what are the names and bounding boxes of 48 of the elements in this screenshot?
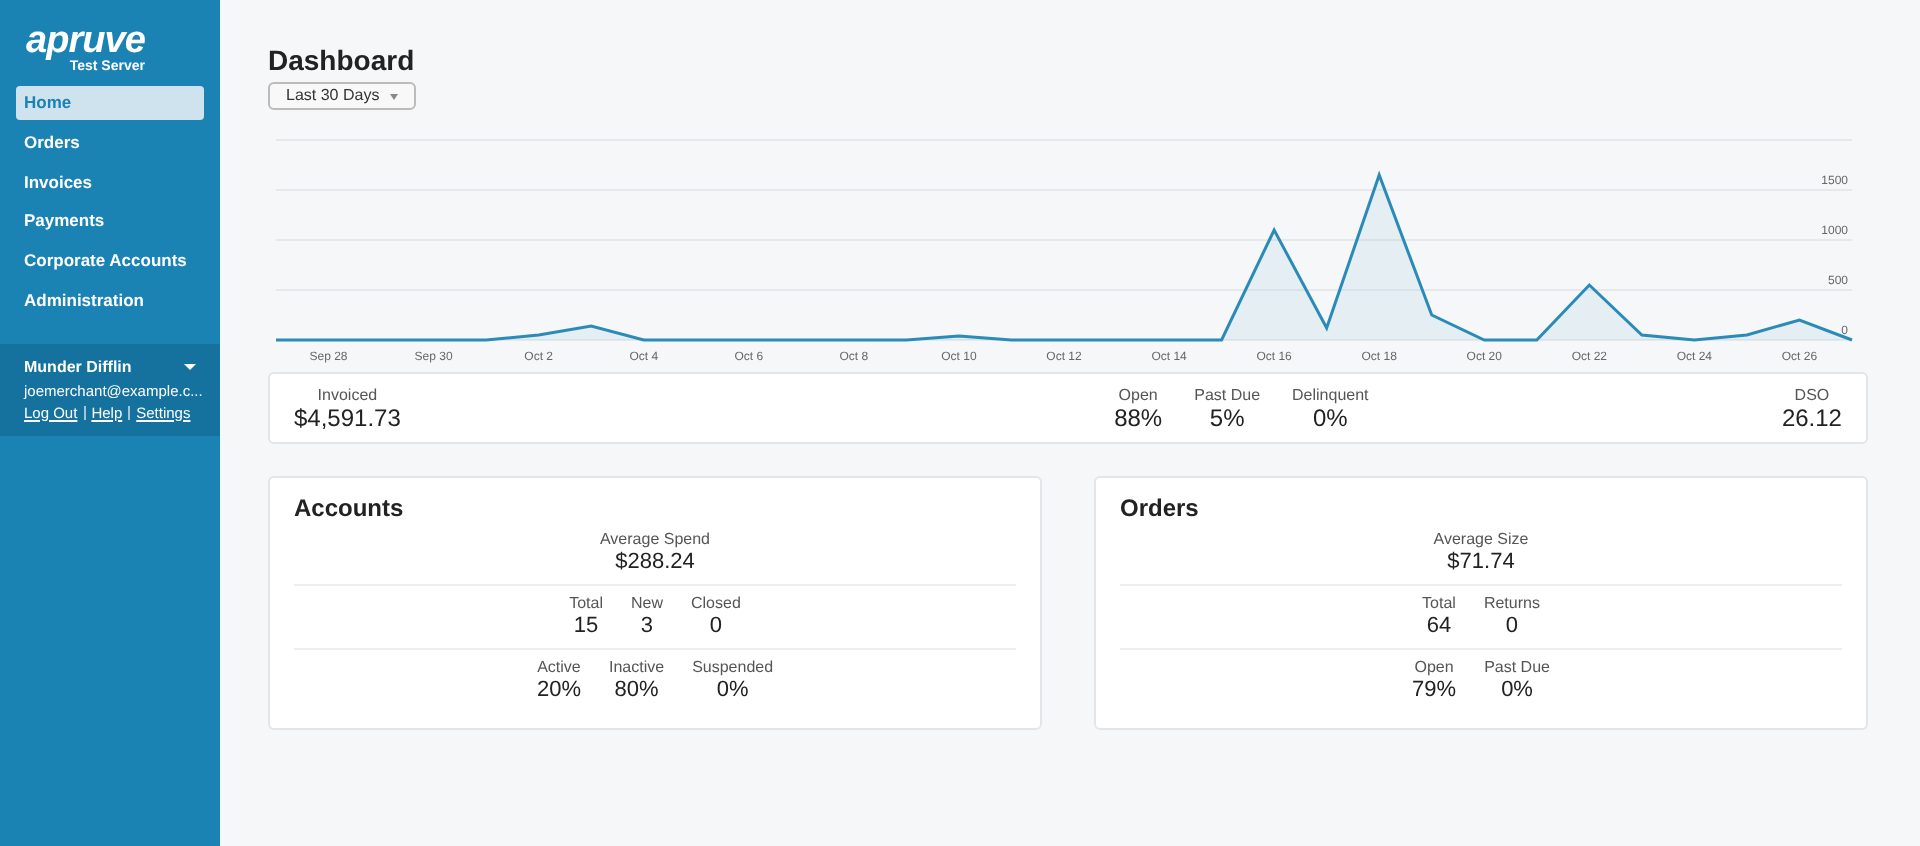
nav-item[interactable]: Payments — [16, 204, 204, 238]
stat-value: 5% — [1209, 405, 1245, 431]
stat-label: Closed — [691, 594, 741, 614]
nav-item[interactable]: Administration — [16, 283, 204, 317]
user-name: Munder Difflin — [24, 355, 132, 379]
stat-label: New — [630, 594, 663, 614]
nav-item[interactable]: Corporate Accounts — [16, 244, 204, 278]
stat-value: $288.24 — [615, 550, 695, 576]
stat-label: Total — [1422, 594, 1456, 614]
stat-label: Past Due — [1484, 658, 1550, 678]
stat-label: Open — [1414, 658, 1454, 678]
stat-value: $4,591.73 — [294, 405, 401, 431]
caret-icon — [389, 93, 398, 99]
stat-value: 0% — [1312, 405, 1348, 431]
stat-value: 15 — [573, 614, 599, 640]
stat-label: Returns — [1483, 594, 1540, 614]
stat-label: Suspended — [692, 658, 774, 678]
stat-label: Past Due — [1194, 385, 1261, 405]
range-dropdown[interactable]: Last 30 Days — [268, 82, 416, 110]
card-title: Accounts — [294, 494, 406, 522]
logo: apruve — [26, 24, 145, 60]
caret-icon[interactable] — [184, 364, 196, 370]
stat-label: Inactive — [608, 658, 665, 678]
stat-label: Open — [1118, 385, 1158, 405]
stat-label: Invoiced — [317, 385, 378, 405]
stat-value: $71.74 — [1447, 550, 1515, 576]
card-title: Orders — [1120, 494, 1201, 522]
stat-value: 0 — [709, 614, 723, 640]
stat-value: 20% — [536, 678, 581, 704]
stat-value: 79% — [1412, 678, 1457, 704]
stat-label: DSO — [1794, 385, 1830, 405]
stat-value: 26.12 — [1781, 405, 1842, 431]
page-title: Dashboard — [268, 44, 417, 78]
stat-label: Average Spend — [599, 530, 710, 550]
stat-label: Total — [569, 594, 603, 614]
stat-label: Active — [537, 658, 581, 678]
stat-value: 3 — [640, 614, 654, 640]
stat-value: 0% — [1501, 678, 1533, 704]
stat-label: Delinquent — [1292, 385, 1369, 405]
stat-value: 0% — [716, 678, 749, 704]
stat-value: 0 — [1505, 614, 1518, 640]
nav-item[interactable]: Invoices — [16, 165, 204, 199]
stat-label: Average Size — [1433, 530, 1529, 550]
nav-item[interactable]: Orders — [16, 125, 204, 159]
stat-value: 88% — [1114, 405, 1163, 431]
stat-value: 80% — [614, 678, 659, 704]
stat-value: 64 — [1426, 614, 1452, 640]
nav-item[interactable]: Home — [16, 86, 204, 120]
